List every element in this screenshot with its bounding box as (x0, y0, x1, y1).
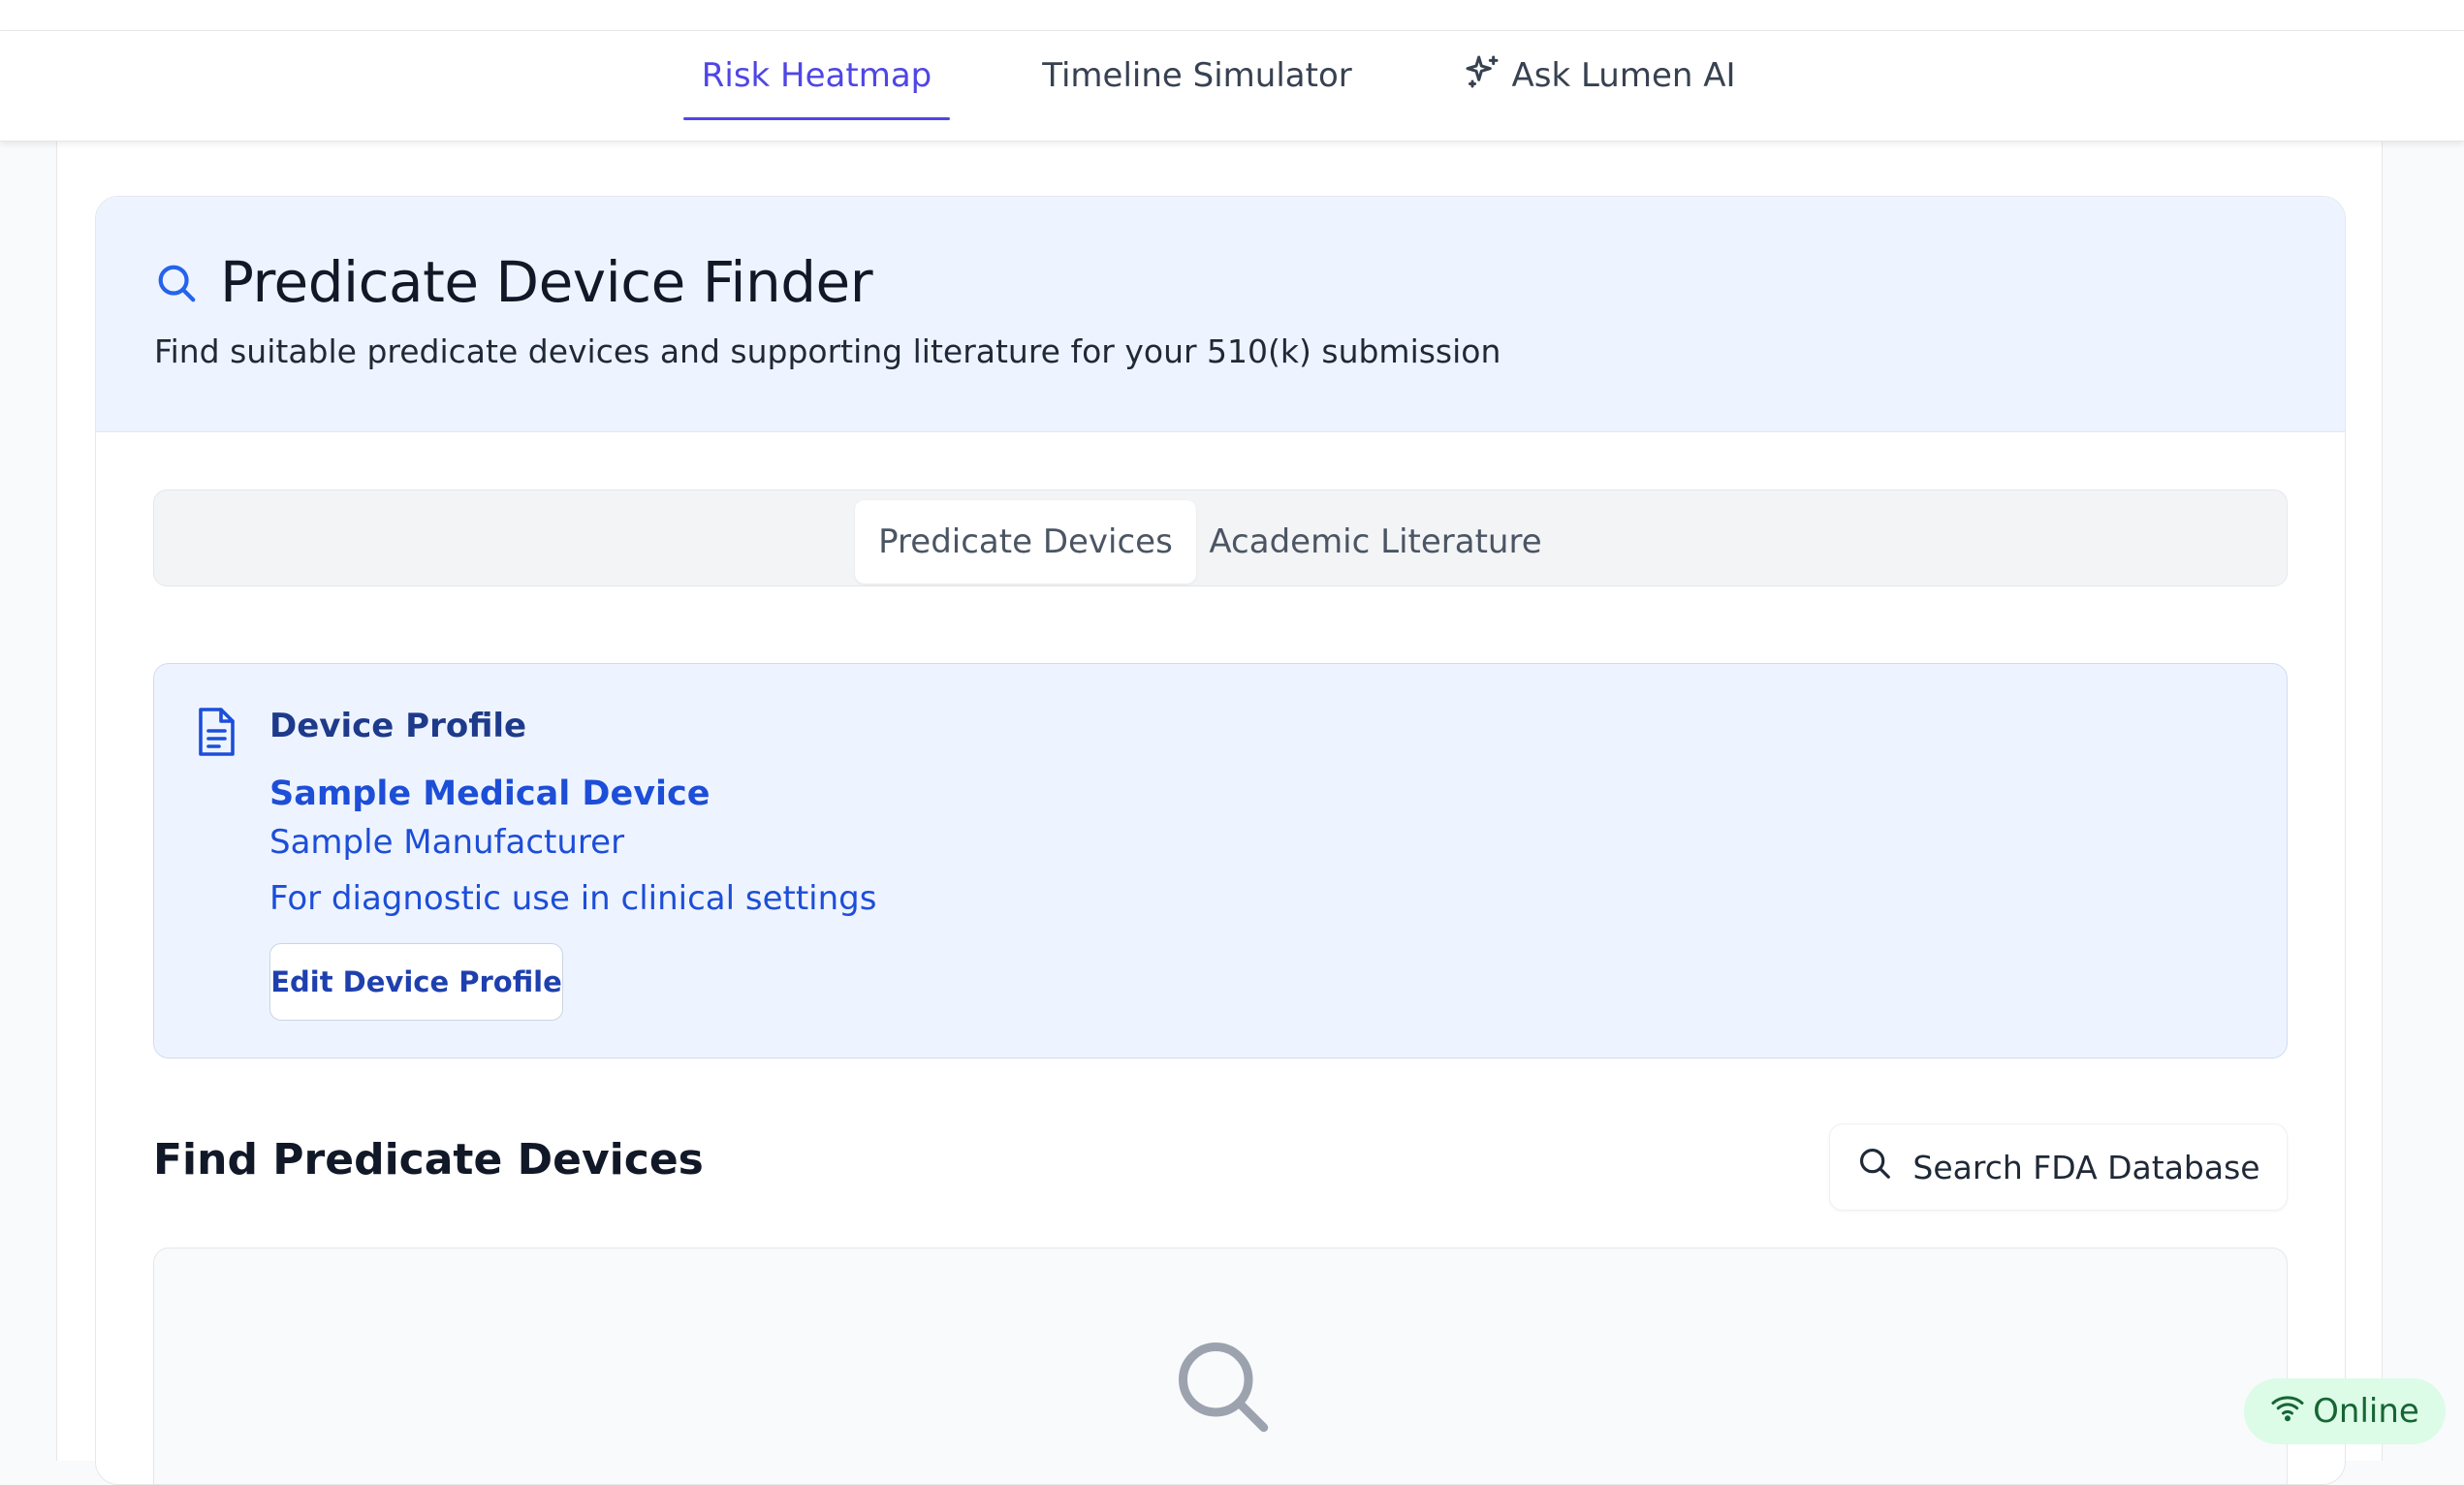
intended-use: For diagnostic use in clinical settings (269, 879, 877, 918)
page-subtitle: Find suitable predicate devices and supp… (154, 332, 1501, 370)
top-strip (0, 0, 2464, 31)
tab-label: Academic Literature (1209, 522, 1542, 561)
button-label: Edit Device Profile (270, 965, 562, 998)
empty-results-panel (153, 1248, 2288, 1484)
tab-ask-lumen-ai[interactable]: Ask Lumen AI (1463, 31, 1736, 120)
wifi-icon (2270, 1390, 2313, 1434)
sparkles-icon (1463, 52, 1511, 100)
edit-device-profile-button[interactable]: Edit Device Profile (269, 943, 563, 1021)
tab-academic-literature[interactable]: Academic Literature (1206, 500, 1545, 584)
search-icon (1170, 1334, 1275, 1442)
tab-timeline-simulator[interactable]: Timeline Simulator (1037, 31, 1357, 120)
device-profile-panel: Device Profile Sample Medical Device Sam… (153, 663, 2288, 1058)
tab-label: Ask Lumen AI (1511, 56, 1736, 95)
device-profile-heading: Device Profile (269, 707, 527, 745)
page-title: Predicate Device Finder (220, 249, 873, 315)
search-icon (154, 261, 199, 309)
connection-status-badge: Online (2244, 1378, 2446, 1444)
button-label: Search FDA Database (1912, 1148, 2260, 1186)
tab-label: Risk Heatmap (701, 56, 932, 95)
top-navigation: Risk Heatmap Timeline Simulator Ask Lume… (0, 31, 2464, 142)
tab-predicate-devices[interactable]: Predicate Devices (855, 500, 1196, 584)
tab-label: Timeline Simulator (1042, 56, 1352, 95)
document-icon (195, 707, 237, 761)
search-icon (1856, 1145, 1912, 1189)
device-name: Sample Medical Device (269, 774, 711, 813)
search-fda-database-button[interactable]: Search FDA Database (1829, 1123, 2288, 1211)
manufacturer: Sample Manufacturer (269, 823, 625, 862)
segmented-tabs: Predicate Devices Academic Literature (153, 490, 2288, 586)
card-header: Predicate Device Finder Find suitable pr… (96, 197, 2345, 432)
predicate-finder-card: Predicate Device Finder Find suitable pr… (95, 196, 2346, 1485)
section-title: Find Predicate Devices (153, 1135, 704, 1185)
tab-label: Predicate Devices (878, 522, 1173, 561)
status-label: Online (2313, 1392, 2419, 1431)
tab-risk-heatmap[interactable]: Risk Heatmap (683, 31, 950, 120)
